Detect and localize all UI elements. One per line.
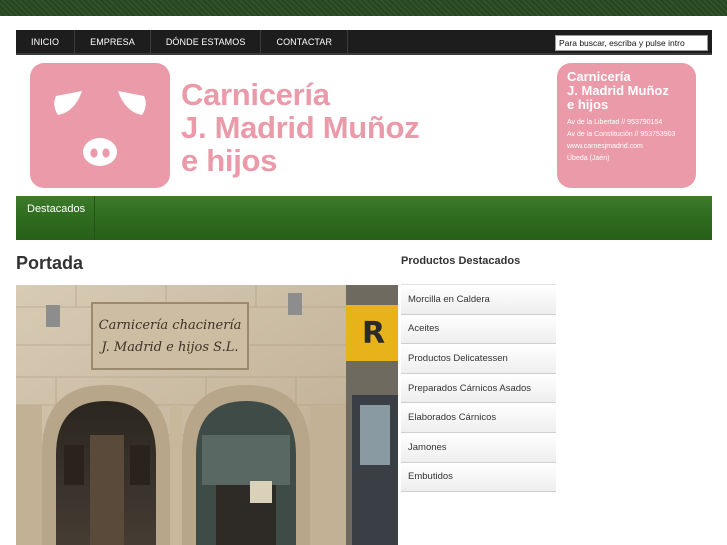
tab-destacados[interactable]: Destacados — [16, 196, 95, 240]
page-title: Portada — [16, 253, 84, 273]
sidebar-title: Productos Destacados — [401, 255, 521, 267]
card-address-constitucion: Av de la Constitución // 953753903 — [567, 131, 676, 138]
product-item-jamones[interactable]: Jamones — [401, 432, 556, 463]
secondary-nav: Destacados — [16, 196, 712, 240]
logo-line: e hijos — [181, 143, 278, 178]
product-item-elaborados[interactable]: Elaborados Cárnicos — [401, 403, 556, 433]
nav-item-contactar[interactable]: CONTACTAR — [261, 30, 349, 53]
contact-card: Carnicería J. Madrid Muñoz e hijos Av de… — [557, 63, 696, 188]
shop-front-photo: Carnicería chacinería J. Madrid e hijos … — [16, 285, 398, 545]
product-item-embutidos[interactable]: Embutidos — [401, 462, 556, 493]
logo-wordmark: Carnicería J. Madrid Muñoz e hijos — [181, 77, 420, 178]
product-item-aceites[interactable]: Aceites — [401, 314, 556, 345]
card-name-line: Carnicería — [567, 69, 631, 84]
product-item-delicatessen[interactable]: Productos Delicatessen — [401, 344, 556, 374]
nav-item-donde-estamos[interactable]: DÓNDE ESTAMOS — [151, 30, 262, 53]
card-name-line: J. Madrid Muñoz — [567, 83, 669, 98]
product-item-preparados[interactable]: Preparados Cárnicos Asados — [401, 373, 556, 404]
pig-icon — [54, 91, 146, 166]
shop-front-image: Carnicería chacinería J. Madrid e hijos … — [16, 285, 398, 545]
logo-line: J. Madrid Muñoz — [181, 110, 420, 145]
logo-line: Carnicería — [181, 77, 330, 112]
sign-line-2: J. Madrid e hijos S.L. — [98, 340, 238, 355]
card-city: Úbeda (Jaén) — [567, 155, 610, 162]
search-input[interactable] — [555, 35, 708, 51]
card-address-libertad: Av de la Libertad // 953790154 — [567, 119, 663, 126]
top-nav: INICIO EMPRESA DÓNDE ESTAMOS CONTACTAR — [16, 30, 712, 55]
pig-logo[interactable] — [30, 63, 170, 188]
sign-line-1: Carnicería chacinería — [99, 318, 242, 333]
product-list: Morcilla en Caldera Aceites Productos De… — [401, 284, 556, 493]
card-website: www.carnesjmadrid.com — [567, 143, 643, 150]
nav-item-inicio[interactable]: INICIO — [16, 30, 76, 53]
page: INICIO EMPRESA DÓNDE ESTAMOS CONTACTAR C… — [0, 16, 727, 545]
product-item-morcilla[interactable]: Morcilla en Caldera — [401, 285, 556, 315]
photo-right-letter: R — [362, 316, 385, 351]
card-name-line: e hijos — [567, 97, 609, 112]
nav-item-empresa[interactable]: EMPRESA — [75, 30, 151, 53]
